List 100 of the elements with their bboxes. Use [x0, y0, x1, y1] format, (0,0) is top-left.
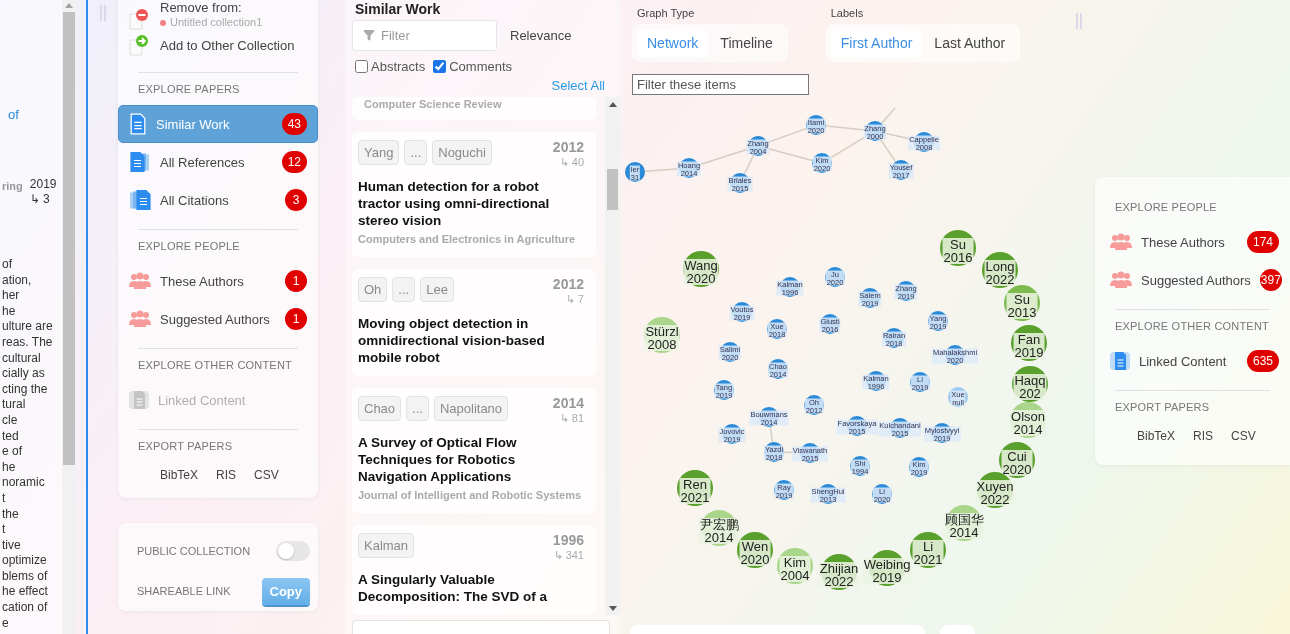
abstract-line: her	[2, 288, 20, 304]
node-label: Wang 2020	[683, 259, 719, 285]
labels-label: Labels	[829, 7, 865, 19]
section-heading: EXPORT PAPERS	[1114, 401, 1211, 413]
add-document-icon	[128, 34, 150, 56]
export-link[interactable]: BibTeX	[160, 468, 199, 482]
document-icon	[129, 390, 149, 410]
year-text: 2019	[29, 177, 57, 192]
abstract-line: tive	[2, 537, 21, 554]
node-label: Weibing 2019	[862, 558, 912, 584]
node-label: Haqq 202	[1013, 374, 1047, 400]
citation-count: ↳ 40	[559, 155, 584, 170]
filter-field[interactable]: Filter	[352, 20, 497, 51]
panel-title: Similar Work	[354, 0, 442, 18]
abstract-line: blems of	[2, 568, 48, 585]
people-icon	[1110, 233, 1132, 251]
abstract-line: of	[2, 257, 12, 273]
paper-title: A Survey of Optical Flow Techniques for Robotics Navigation Applications	[358, 434, 518, 485]
abstract-line: e	[2, 615, 9, 632]
checkbox[interactable]	[433, 60, 447, 73]
citation-count: ↳ 3	[29, 192, 51, 207]
section-heading: EXPLORE PAPERS	[137, 83, 241, 95]
graph-type-label: Graph Type	[636, 7, 696, 19]
abstract-line: ation,	[2, 272, 32, 289]
paper-title: A Singularly Valuable Decomposition: The SVD of a	[358, 571, 548, 605]
abstract-line: cting the	[2, 381, 48, 398]
abstract-line: he effect	[2, 584, 48, 601]
node-label: Kim 2004	[779, 556, 811, 582]
count-badge: 1	[285, 270, 307, 292]
abstract-line: the	[2, 506, 19, 523]
venue-text: Journal of Intelligent and Robotic Systems	[358, 488, 583, 503]
abstract-line: tural	[2, 397, 26, 413]
node-label: Stürzl 2008	[644, 325, 680, 351]
node-label: Li 2021	[912, 540, 944, 566]
drag-handle-icon[interactable]	[99, 4, 107, 22]
graph-edge	[825, 125, 866, 131]
section-heading: EXPLORE PEOPLE	[137, 240, 241, 252]
nav-item[interactable]: All Citations 3	[118, 181, 318, 219]
nav-item[interactable]: Similar Work 43	[118, 105, 318, 143]
node-label: Zhijian 2022	[818, 562, 860, 588]
node-label: Fan 2019	[1013, 333, 1045, 359]
count-badge: 397	[1259, 269, 1282, 291]
nav-item[interactable]: These Authors 174	[1095, 223, 1290, 261]
remove-document-icon	[128, 8, 150, 30]
label-mode-tab[interactable]: First Author	[830, 29, 923, 57]
graph-type-tab[interactable]: Network	[637, 29, 709, 57]
paper-title: Moving object detection in omnidirectional vision-based mobile robot	[358, 315, 546, 366]
export-link[interactable]: CSV	[254, 468, 279, 482]
year-text: 1996	[552, 533, 584, 548]
abstract-line: ulture are	[2, 319, 53, 335]
people-icon	[129, 310, 151, 328]
count-badge: 3	[285, 189, 307, 211]
node-label: 尹宏鹏 2014	[698, 518, 740, 544]
venue-text: Computer Science Review	[364, 97, 503, 112]
checkbox[interactable]	[355, 60, 368, 73]
scrollbar[interactable]	[62, 0, 76, 634]
section-heading: EXPLORE PEOPLE	[1114, 201, 1218, 213]
abstract-line: t	[2, 522, 6, 538]
scrollbar[interactable]	[605, 97, 620, 615]
drag-handle-icon[interactable]	[1074, 12, 1083, 30]
count-badge: 12	[281, 151, 307, 173]
export-link[interactable]: RIS	[1193, 429, 1214, 443]
nav-item[interactable]: Suggested Authors 397	[1095, 261, 1290, 299]
node-label: Long 2022	[984, 260, 1016, 286]
nav-item[interactable]: All References 12	[118, 143, 318, 181]
paper-title: ring	[2, 180, 23, 192]
abstract-line: noramic	[2, 475, 45, 491]
nav-item[interactable]: Linked Content 635	[1095, 342, 1290, 380]
count-badge: 1	[285, 308, 307, 330]
documents-icon	[129, 151, 151, 173]
nav-item[interactable]: These Authors 1	[118, 262, 318, 300]
year-text: 2014	[552, 396, 584, 411]
link-text[interactable]: of	[2, 107, 19, 122]
people-icon	[1110, 271, 1132, 289]
export-link[interactable]: CSV	[1231, 429, 1256, 443]
abstract-line: t	[2, 490, 6, 507]
paper-title: Human detection for a robot tractor using omni-directional stereo vision	[358, 178, 551, 229]
graph-type-tab[interactable]: Timeline	[710, 29, 783, 57]
abstract-line: cation of	[2, 600, 48, 616]
add-to-collection-link[interactable]: Add to Other Collection	[160, 37, 295, 53]
node-label: Ren 2021	[679, 478, 711, 504]
abstract-line: he	[2, 459, 16, 476]
nav-item[interactable]: Suggested Authors 1	[118, 300, 318, 338]
export-link[interactable]: BibTeX	[1137, 429, 1176, 443]
count-badge: 635	[1246, 350, 1279, 372]
items-filter-field[interactable]: Filter these items	[632, 74, 809, 95]
public-collection-label: PUBLIC COLLECTION	[137, 545, 251, 557]
label-mode-tab[interactable]: Last Author	[924, 29, 1016, 57]
abstract-line: ted	[2, 428, 19, 445]
venue-text: Computers and Electronics in Agriculture	[358, 232, 577, 247]
public-toggle[interactable]	[276, 541, 310, 561]
count-badge: 174	[1246, 231, 1279, 253]
abstract-line: cle	[2, 412, 18, 429]
paper-card[interactable]: Kalman 1996 ↳ 341 A Singularly Valuable Decomposition: The SVD of a	[352, 525, 596, 615]
abstract-line: reas. The	[2, 334, 53, 351]
sort-dropdown[interactable]: Relevance	[510, 28, 572, 43]
checkbox-label: Comments	[449, 59, 513, 74]
export-link[interactable]: RIS	[216, 468, 237, 482]
document-icon	[129, 113, 147, 135]
abstract-line: cially as	[2, 366, 45, 382]
